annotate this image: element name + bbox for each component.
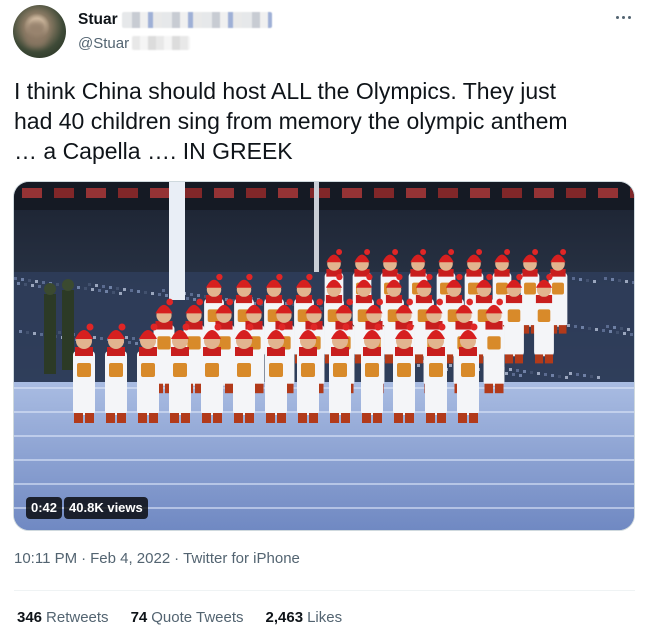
video-player[interactable]	[13, 181, 635, 531]
video-duration: 0:42	[26, 497, 63, 519]
retweets-stat[interactable]: 346 Retweets	[17, 609, 109, 626]
quotes-count: 74	[130, 609, 148, 626]
avatar[interactable]	[13, 5, 66, 58]
tweet-time[interactable]: 10:11 PM	[14, 550, 77, 567]
video-views: 40.8K views	[64, 497, 148, 519]
engagement-stats: 346 Retweets 74 Quote Tweets 2,463 Likes	[17, 609, 342, 626]
redacted-handle	[132, 36, 191, 50]
quotes-label: Quote Tweets	[151, 609, 244, 626]
tweet-text: I think China should host ALL the Olympi…	[14, 78, 568, 164]
likes-count: 2,463	[265, 609, 304, 626]
display-name[interactable]: Stuar	[78, 11, 118, 29]
author-name-row[interactable]: Stuar	[78, 9, 272, 31]
tweet: Stuar @Stuar I think China should host A…	[0, 0, 650, 643]
retweets-count: 346	[17, 609, 43, 626]
meta-separator: ·	[81, 550, 87, 567]
quote-tweets-stat[interactable]: 74 Quote Tweets	[131, 609, 244, 626]
handle[interactable]: @Stuar	[78, 35, 129, 52]
likes-stat[interactable]: 2,463 Likes	[266, 609, 343, 626]
tweet-meta: 10:11 PM · Feb 4, 2022 · Twitter for iPh…	[14, 550, 300, 567]
video-badge: 0:42 40.8K views	[26, 497, 148, 519]
author-handle-row[interactable]: @Stuar	[78, 33, 191, 53]
video-thumbnail	[14, 182, 634, 530]
likes-label: Likes	[307, 609, 343, 626]
tweet-source[interactable]: Twitter for iPhone	[183, 550, 300, 567]
redacted-name	[121, 12, 272, 28]
meta-separator: ·	[174, 550, 180, 567]
divider	[14, 590, 635, 591]
retweets-label: Retweets	[46, 609, 109, 626]
tweet-date[interactable]: Feb 4, 2022	[90, 550, 170, 567]
more-dots-icon[interactable]	[609, 6, 637, 28]
